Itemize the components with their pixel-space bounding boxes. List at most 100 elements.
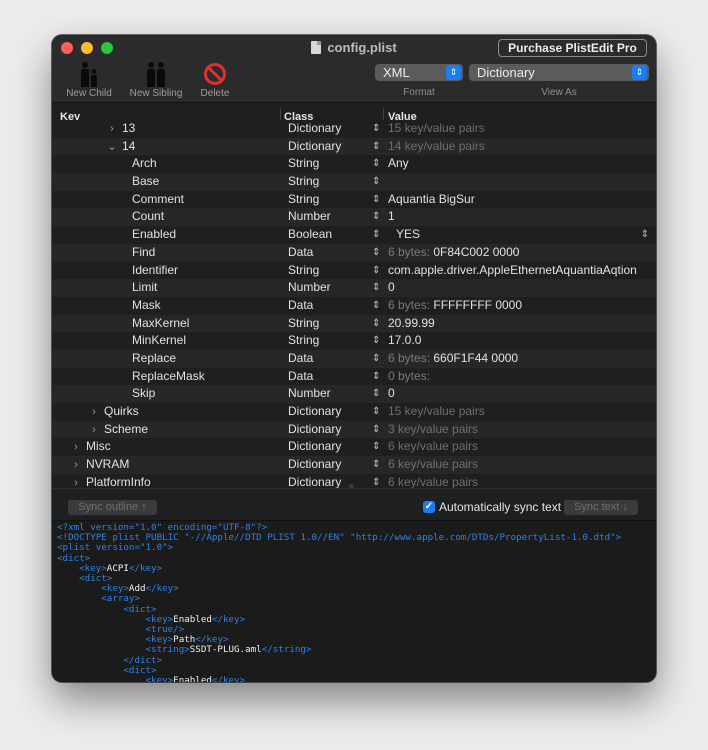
row-key[interactable]: ReplaceMask	[132, 368, 205, 386]
outline-row[interactable]: › Quirks Dictionary ⇕ 15 key/value pairs	[52, 403, 656, 421]
outline-row[interactable]: Enabled Boolean ⇕ YES ⇕	[52, 226, 656, 244]
outline-row[interactable]: › Misc Dictionary ⇕ 6 key/value pairs	[52, 438, 656, 457]
disclosure-collapsed-icon[interactable]: ›	[70, 457, 82, 475]
class-stepper-icon[interactable]: ⇕	[372, 438, 380, 456]
row-class[interactable]: Dictionary	[288, 438, 341, 456]
row-class[interactable]: Number	[288, 208, 331, 226]
row-value[interactable]: 6 key/value pairs	[388, 456, 478, 474]
row-class[interactable]: String	[288, 262, 319, 280]
disclosure-collapsed-icon[interactable]: ›	[70, 475, 82, 488]
row-class[interactable]: Dictionary	[288, 456, 341, 474]
class-stepper-icon[interactable]: ⇕	[372, 120, 380, 138]
row-value[interactable]: Any	[388, 155, 409, 173]
row-class[interactable]: Number	[288, 279, 331, 297]
class-stepper-icon[interactable]: ⇕	[372, 262, 380, 280]
row-key[interactable]: Base	[132, 173, 159, 191]
row-key[interactable]: Count	[132, 208, 164, 226]
row-key[interactable]: Mask	[132, 297, 161, 315]
outline-row[interactable]: Count Number ⇕ 1	[52, 208, 656, 227]
row-key[interactable]: › Misc	[70, 438, 111, 457]
class-stepper-icon[interactable]: ⇕	[372, 208, 380, 226]
row-value[interactable]: 6 bytes: 0F84C002 0000	[388, 244, 519, 262]
disclosure-collapsed-icon[interactable]: ›	[70, 439, 82, 457]
class-stepper-icon[interactable]: ⇕	[372, 226, 380, 244]
row-class[interactable]: Dictionary	[288, 138, 341, 156]
outline-row[interactable]: Mask Data ⇕ 6 bytes: FFFFFFFF 0000	[52, 296, 656, 315]
outline-row[interactable]: Limit Number ⇕ 0	[52, 279, 656, 297]
row-value[interactable]: com.apple.driver.AppleEthernetAquantiaAq…	[388, 262, 637, 280]
row-key[interactable]: Identifier	[132, 262, 178, 280]
class-stepper-icon[interactable]: ⇕	[372, 138, 380, 156]
disclosure-collapsed-icon[interactable]: ›	[88, 422, 100, 440]
disclosure-collapsed-icon[interactable]: ›	[106, 121, 118, 139]
class-stepper-icon[interactable]: ⇕	[372, 155, 380, 173]
row-value[interactable]: 0	[388, 279, 395, 297]
class-stepper-icon[interactable]: ⇕	[372, 350, 380, 368]
row-class[interactable]: String	[288, 332, 319, 350]
disclosure-collapsed-icon[interactable]: ›	[88, 404, 100, 422]
outline-row[interactable]: Arch String ⇕ Any	[52, 155, 656, 174]
row-value[interactable]: 20.99.99	[388, 315, 435, 333]
outline-row[interactable]: Base String ⇕	[52, 173, 656, 191]
row-key[interactable]: Skip	[132, 385, 155, 403]
outline-row[interactable]: MinKernel String ⇕ 17.0.0	[52, 332, 656, 350]
row-value[interactable]: 1	[388, 208, 395, 226]
row-value[interactable]: 6 key/value pairs	[388, 474, 478, 488]
class-stepper-icon[interactable]: ⇕	[372, 421, 380, 439]
row-key[interactable]: MaxKernel	[132, 315, 189, 333]
row-value[interactable]: 15 key/value pairs	[388, 120, 485, 138]
row-key[interactable]: MinKernel	[132, 332, 186, 350]
outline-row[interactable]: ReplaceMask Data ⇕ 0 bytes:	[52, 367, 656, 386]
row-class[interactable]: Number	[288, 385, 331, 403]
format-popup[interactable]: XML ⇕	[375, 64, 463, 81]
class-stepper-icon[interactable]: ⇕	[372, 474, 380, 488]
outline-row[interactable]: Find Data ⇕ 6 bytes: 0F84C002 0000	[52, 243, 656, 262]
row-class[interactable]: String	[288, 315, 319, 333]
delete-button[interactable]: Delete	[194, 59, 236, 100]
outline-row[interactable]: › Scheme Dictionary ⇕ 3 key/value pairs	[52, 420, 656, 440]
sync-text-button[interactable]: Sync text ↓	[564, 500, 638, 515]
row-key[interactable]: Replace	[132, 350, 176, 368]
new-child-button[interactable]: New Child	[60, 59, 118, 100]
outline-row[interactable]: › NVRAM Dictionary ⇕ 6 key/value pairs	[52, 456, 656, 474]
row-class[interactable]: Data	[288, 368, 313, 386]
row-value[interactable]: 6 key/value pairs	[388, 438, 478, 456]
row-value[interactable]: YES	[396, 226, 420, 244]
outline-row[interactable]: MaxKernel String ⇕ 20.99.99	[52, 314, 656, 333]
class-stepper-icon[interactable]: ⇕	[372, 244, 380, 262]
outline-row[interactable]: Identifier String ⇕ com.apple.driver.AppleE…	[52, 261, 656, 280]
row-value[interactable]: 6 bytes: FFFFFFFF 0000	[388, 297, 522, 315]
row-class[interactable]: String	[288, 155, 319, 173]
class-stepper-icon[interactable]: ⇕	[372, 332, 380, 350]
class-stepper-icon[interactable]: ⇕	[372, 315, 380, 333]
outline-row[interactable]: › 13 Dictionary ⇕ 15 key/value pairs	[52, 120, 656, 138]
outline-row[interactable]: › PlatformInfo Dictionary ⇕ 6 key/value pair…	[52, 473, 656, 488]
row-class[interactable]: Data	[288, 350, 313, 368]
outline-row[interactable]: Comment String ⇕ Aquantia BigSur	[52, 190, 656, 209]
class-stepper-icon[interactable]: ⇕	[372, 191, 380, 209]
class-stepper-icon[interactable]: ⇕	[372, 173, 380, 191]
new-sibling-button[interactable]: New Sibling	[124, 59, 188, 100]
outline-row[interactable]: ⌄ 14 Dictionary ⇕ 14 key/value pairs	[52, 137, 656, 157]
row-key[interactable]: Comment	[132, 191, 184, 209]
row-class[interactable]: Boolean	[288, 226, 332, 244]
purchase-button[interactable]: Purchase PlistEdit Pro	[498, 39, 647, 57]
row-value[interactable]: 14 key/value pairs	[388, 138, 485, 156]
boolean-popup-stepper-icon[interactable]: ⇕	[641, 226, 649, 244]
class-stepper-icon[interactable]: ⇕	[372, 297, 380, 315]
row-key[interactable]: › Quirks	[88, 403, 139, 422]
row-key[interactable]: ⌄ 14	[106, 138, 135, 157]
row-key[interactable]: › PlatformInfo	[70, 474, 151, 488]
row-value[interactable]: 0	[388, 385, 395, 403]
class-stepper-icon[interactable]: ⇕	[372, 403, 380, 421]
row-class[interactable]: Dictionary	[288, 120, 341, 138]
outline-row[interactable]: Skip Number ⇕ 0	[52, 385, 656, 403]
sync-outline-button[interactable]: Sync outline ↑	[68, 500, 157, 515]
disclosure-expanded-icon[interactable]: ⌄	[106, 139, 118, 157]
xml-text-editor[interactable]: <?xml version="1.0" encoding="UTF-8"?> <!…	[52, 520, 656, 682]
view-as-popup[interactable]: Dictionary ⇕	[469, 64, 649, 81]
row-key[interactable]: Enabled	[132, 226, 176, 244]
row-key[interactable]: › 13	[106, 120, 135, 139]
row-value[interactable]: 6 bytes: 660F1F44 0000	[388, 350, 518, 368]
row-key[interactable]: › NVRAM	[70, 456, 129, 475]
